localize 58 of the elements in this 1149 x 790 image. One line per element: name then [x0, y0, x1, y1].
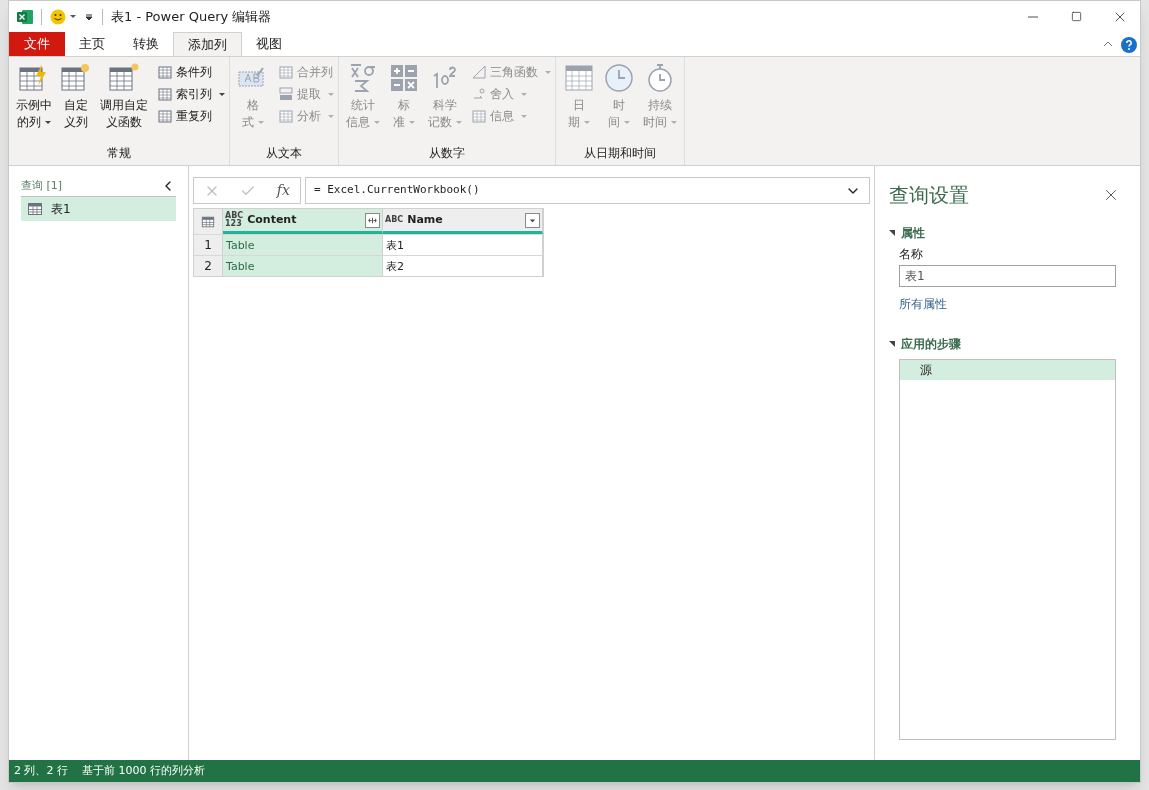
triangle-icon [471, 64, 487, 80]
ribbon-large-button[interactable]: 示例中 的列 [13, 62, 55, 144]
section-header: 属性 [901, 225, 925, 242]
stacked-boxes-icon [278, 86, 294, 102]
name-input[interactable]: 表1 [899, 265, 1116, 287]
window-title: 表1 - Power Query 编辑器 [111, 7, 272, 26]
type-label[interactable]: ABC 123 [225, 212, 244, 228]
step-item[interactable]: 源 [900, 360, 1115, 380]
help-icon[interactable] [1121, 37, 1137, 53]
spreadsheet-logo-icon [17, 8, 33, 25]
field-label: 名称 [899, 246, 924, 263]
ribbon-small-button[interactable]: 重复列 [157, 106, 225, 126]
table-menu-icon [201, 214, 215, 229]
section-toggle-icon[interactable] [889, 341, 895, 347]
section-header: 应用的步骤 [901, 336, 961, 353]
ribbon-group-label: 从日期和时间 [583, 145, 657, 162]
table-cell: Table [223, 235, 383, 255]
ribbon-group-label: 从数字 [428, 145, 466, 162]
table-menu-button[interactable] [194, 209, 223, 234]
all-properties-link[interactable]: 所有属性 [899, 295, 1126, 313]
query-item[interactable]: 表1 [21, 196, 176, 221]
ribbon-small-button[interactable]: 条件列 [157, 62, 225, 82]
row-number: 2 [194, 256, 223, 276]
row-number: 1 [194, 235, 223, 255]
table-cell: Table [223, 256, 383, 276]
maximize-icon[interactable] [1071, 11, 1082, 22]
ribbon-group-label: 从文本 [265, 145, 303, 162]
query-name: 表1 [51, 200, 71, 218]
column-name: Content [247, 211, 298, 228]
ribbon-tab[interactable]: 添加列 [173, 32, 242, 56]
customize-toolbar-icon[interactable] [84, 11, 94, 22]
dropdown-caret-icon[interactable] [70, 15, 76, 18]
ribbon-small-button[interactable]: 索引列 [157, 84, 225, 104]
ribbon-tab[interactable]: 文件 [9, 32, 65, 56]
settings-title: 查询设置 [889, 182, 969, 209]
section-toggle-icon[interactable] [889, 230, 895, 236]
collapse-ribbon-icon[interactable] [1103, 39, 1113, 49]
smiley-icon[interactable] [50, 8, 66, 25]
expand-column-icon[interactable] [365, 212, 380, 228]
ribbon-large-button[interactable]: 调用自定 义函数 [97, 62, 151, 144]
column-name: Name [407, 211, 444, 228]
clock-icon [603, 62, 635, 94]
function-icon[interactable]: fx [276, 180, 290, 201]
formula-field[interactable]: = Excel.CurrentWorkbook() [305, 177, 870, 204]
queries-header: 查询 [1] [21, 178, 63, 194]
type-label[interactable]: ABC [385, 216, 404, 224]
calendar-icon [563, 62, 595, 94]
status-text: 2 列、2 行 [14, 762, 68, 779]
arithmetic-icon [388, 62, 420, 94]
column-header[interactable]: ABC Name [383, 209, 543, 234]
ribbon-large-button[interactable]: 自定 义列 [57, 62, 95, 144]
status-text: 基于前 1000 行的列分析 [82, 762, 205, 779]
ribbon-group-label: 常规 [106, 145, 132, 162]
table-cell: 表2 [383, 256, 543, 276]
rounding-icon [471, 86, 487, 102]
filter-dropdown-icon[interactable] [525, 212, 540, 228]
table-cell: 表1 [383, 235, 543, 255]
table-icon [27, 200, 43, 217]
